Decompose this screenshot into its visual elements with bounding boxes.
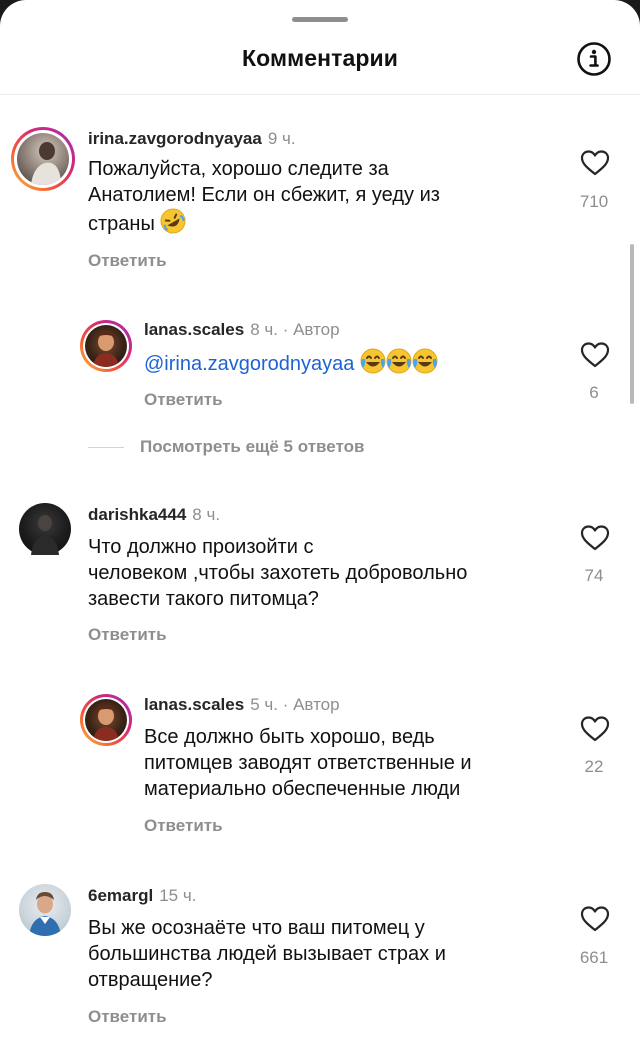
info-circle-icon[interactable] [576, 41, 612, 77]
like-count: 710 [579, 192, 609, 211]
heart-outline-icon[interactable] [580, 341, 610, 369]
comment-time: 8 ч. [192, 505, 221, 524]
heart-outline-icon[interactable] [580, 715, 610, 743]
comment-text: @irina.zavgorodnyayaa [144, 348, 564, 377]
comment-time: 8 ч. [250, 320, 278, 339]
username[interactable]: 6emargl [88, 886, 153, 905]
page-title: Комментарии [242, 45, 398, 71]
comment-time: 9 ч. [267, 129, 296, 148]
avatar[interactable] [11, 127, 75, 191]
reply-button[interactable]: Ответить [88, 1007, 167, 1027]
comment-text: Что должно произойти с человеком ,чтобы … [88, 536, 468, 610]
view-more-replies-button[interactable]: Посмотреть ещё 5 ответов [140, 437, 364, 457]
reply-button[interactable]: Ответить [88, 625, 167, 645]
sheet-drag-handle[interactable] [292, 17, 348, 22]
avatar[interactable] [19, 884, 71, 936]
face-with-tears-of-joy-emoji [412, 348, 438, 374]
scrollbar[interactable] [630, 244, 634, 404]
username[interactable]: lanas.scales [144, 320, 244, 339]
avatar[interactable] [80, 694, 132, 746]
heart-outline-icon[interactable] [580, 149, 610, 177]
comment-text: Все должно быть хорошо, ведь питомцев за… [144, 726, 472, 800]
comments-header: Комментарии [0, 24, 640, 95]
face-with-tears-of-joy-emoji [386, 348, 412, 374]
mention-link[interactable]: @irina.zavgorodnyayaa [144, 353, 354, 375]
reply-button[interactable]: Ответить [88, 251, 167, 271]
reply-button[interactable]: Ответить [144, 390, 223, 410]
comment-time: 15 ч. [159, 886, 197, 905]
like-count: 661 [579, 948, 609, 967]
heart-outline-icon[interactable] [580, 524, 610, 552]
username[interactable]: lanas.scales [144, 695, 244, 714]
username[interactable]: irina.zavgorodnyayaa [88, 129, 262, 148]
comment-text: Пожалуйста, хорошо следите за Анатолием!… [88, 156, 558, 237]
like-count: 74 [584, 566, 604, 585]
comments-sheet: Комментарии irina.zavgorodnyayaa 9 ч. Пож… [0, 0, 640, 1049]
username[interactable]: darishka444 [88, 505, 186, 524]
rolling-on-floor-laughing-emoji [160, 208, 186, 234]
like-count: 22 [584, 757, 604, 776]
reply-button[interactable]: Ответить [144, 816, 223, 836]
comment-time: 5 ч. [250, 695, 278, 714]
avatar[interactable] [80, 320, 132, 372]
divider [88, 447, 124, 448]
author-badge: · Автор [282, 695, 340, 714]
avatar[interactable] [19, 503, 71, 555]
comment-text: Вы же осознаёте что ваш питомец у больши… [88, 917, 446, 991]
like-count: 6 [589, 383, 599, 402]
heart-outline-icon[interactable] [580, 905, 610, 933]
author-badge: · Автор [282, 320, 340, 339]
face-with-tears-of-joy-emoji [360, 348, 386, 374]
